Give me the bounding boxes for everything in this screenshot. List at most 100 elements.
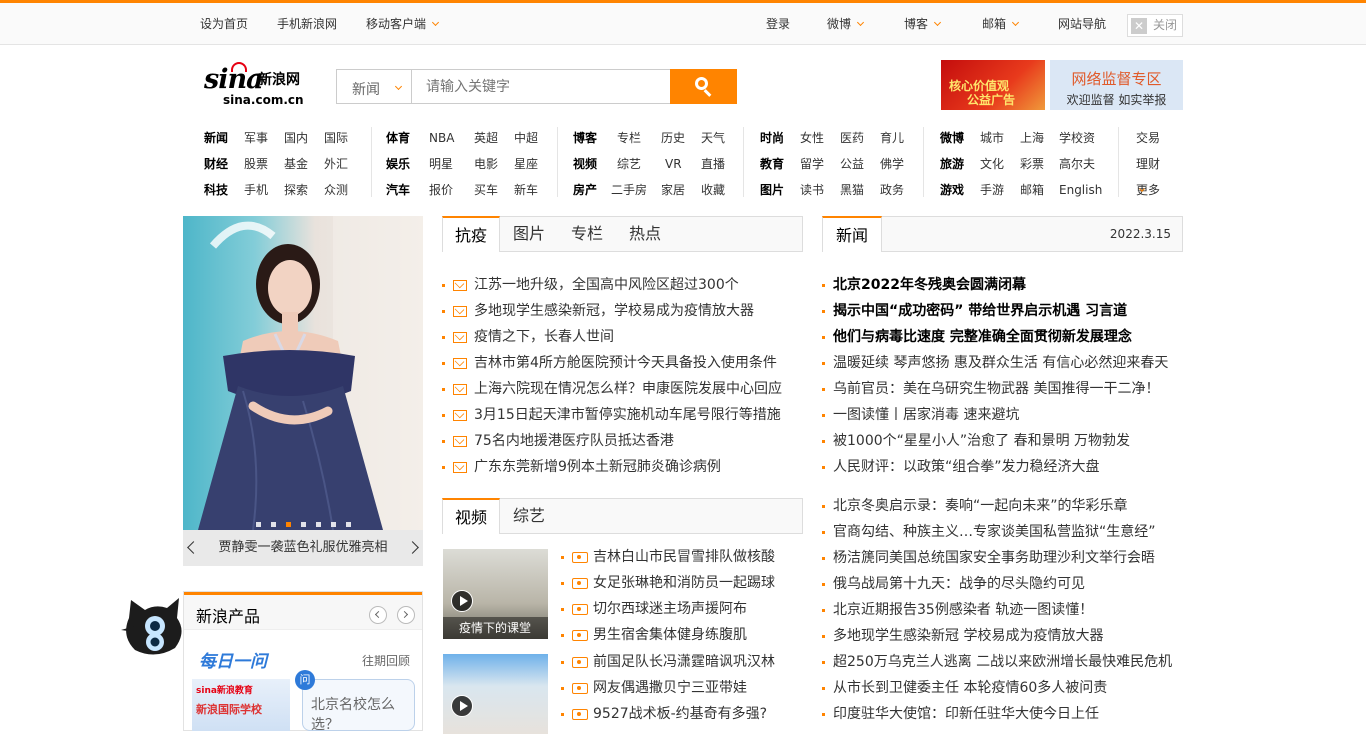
list-item[interactable]: 乌前官员：美在乌研究生物武器 美国推得一干二净！ <box>822 376 1168 402</box>
nav-item[interactable]: 直播 <box>701 151 725 177</box>
search-input[interactable] <box>411 69 671 104</box>
set-home-link[interactable]: 设为首页 <box>200 15 248 32</box>
headline-link[interactable]: 揭示中国“成功密码” 带给世界启示机遇 习言道 <box>833 303 1127 319</box>
nav-item[interactable]: 国内 <box>284 125 308 151</box>
tab-columns[interactable]: 专栏 <box>558 216 616 251</box>
supervision-ad-banner[interactable]: 网络监督专区 欢迎监督 如实举报 <box>1050 60 1183 110</box>
tab-hot[interactable]: 热点 <box>616 216 674 251</box>
prev-button[interactable] <box>369 606 387 624</box>
nav-item[interactable]: 教育 <box>760 151 784 177</box>
nav-item[interactable]: 医药 <box>840 125 864 151</box>
values-ad-banner[interactable]: 核心价值观 公益广告 <box>941 60 1045 110</box>
chevron-right-icon[interactable] <box>406 541 419 554</box>
nav-item[interactable]: 佛学 <box>880 151 904 177</box>
list-item[interactable]: 人民财评：以政策“组合拳”发力稳经济大盘 <box>822 454 1168 480</box>
nav-item[interactable]: 综艺 <box>617 151 641 177</box>
tab-video[interactable]: 视频 <box>442 498 500 534</box>
nav-item[interactable]: 公益 <box>840 151 864 177</box>
list-item[interactable]: 官商勾结、种族主义…专家谈美国私营监狱“生意经” <box>822 519 1172 545</box>
cat-mascot-icon[interactable] <box>121 596 187 660</box>
list-item[interactable]: 从市长到卫健委主任 本轮疫情60多人被问责 <box>822 675 1172 701</box>
nav-item[interactable]: 学校资 <box>1059 125 1095 151</box>
nav-item[interactable]: 女性 <box>800 125 824 151</box>
list-item[interactable]: 一图读懂丨居家消毒 速来避坑 <box>822 402 1168 428</box>
video-link[interactable]: 9527战术板-约基奇有多强? <box>593 706 767 722</box>
news-link[interactable]: 被1000个“星星小人”治愈了 春和景明 万物勃发 <box>833 433 1130 449</box>
nav-item[interactable]: 视频 <box>573 151 597 177</box>
nav-item[interactable]: 英超 <box>474 125 498 151</box>
list-item[interactable]: 杨洁篪同美国总统国家安全事务助理沙利文举行会晤 <box>822 545 1172 571</box>
nav-item[interactable]: 财经 <box>204 151 228 177</box>
slide-caption[interactable]: 贾静雯一袭蓝色礼服优雅亮相 <box>218 540 387 555</box>
news-link[interactable]: 吉林市第4所方舱医院预计今天具备投入使用条件 <box>474 355 777 371</box>
list-item[interactable]: 温暖延续 琴声悠扬 惠及群众生活 有信心必然迎来春天 <box>822 350 1168 376</box>
nav-item[interactable]: 城市 <box>980 125 1004 151</box>
mobile-client-menu[interactable]: 移动客户端 <box>366 15 440 32</box>
nav-item[interactable]: 外汇 <box>324 151 348 177</box>
slide-dot-active[interactable] <box>286 522 291 527</box>
past-review-link[interactable]: 往期回顾 <box>362 652 410 669</box>
nav-item[interactable]: 文化 <box>980 151 1004 177</box>
nav-item[interactable]: 旅游 <box>940 151 964 177</box>
site-nav-link[interactable]: 网站导航 <box>1058 15 1106 32</box>
nav-item[interactable]: 家居 <box>661 177 685 203</box>
weibo-menu[interactable]: 微博 <box>827 15 865 32</box>
video-thumbnail[interactable] <box>443 654 548 734</box>
nav-item[interactable]: 房产 <box>573 177 597 203</box>
nav-item[interactable]: 上海 <box>1020 125 1044 151</box>
news-link[interactable]: 江苏一地升级，全国高中风险区超过300个 <box>474 277 739 293</box>
tab-epidemic[interactable]: 抗疫 <box>442 216 500 252</box>
nav-item[interactable]: 博客 <box>573 125 597 151</box>
nav-item[interactable]: 交易 <box>1136 125 1160 151</box>
nav-item[interactable]: 二手房 <box>611 177 647 203</box>
nav-item[interactable]: 星座 <box>514 151 538 177</box>
nav-item[interactable]: 股票 <box>244 151 268 177</box>
headline-link[interactable]: 他们与病毒比速度 完整准确全面贯彻新发展理念 <box>833 329 1132 345</box>
nav-item[interactable]: 军事 <box>244 125 268 151</box>
video-thumbnail[interactable]: 疫情下的课堂 <box>443 549 548 639</box>
nav-item[interactable]: 电影 <box>474 151 498 177</box>
nav-item[interactable]: 中超 <box>514 125 538 151</box>
nav-item[interactable]: 探索 <box>284 177 308 203</box>
headline-link[interactable]: 北京2022年冬残奥会圆满闭幕 <box>833 277 1026 293</box>
sina-logo[interactable]: sina 新浪网 sina.com.cn <box>204 62 319 108</box>
list-item[interactable]: 广东东莞新增9例本土新冠肺炎确诊病例 <box>442 454 782 480</box>
news-link[interactable]: 多地现学生感染新冠，学校易成为疫情放大器 <box>474 303 754 319</box>
news-link[interactable]: 俄乌战局第十九天：战争的尽头隐约可见 <box>833 576 1085 592</box>
list-item[interactable]: 北京冬奥启示录：奏响“一起向未来”的华彩乐章 <box>822 493 1172 519</box>
photo-slideshow[interactable]: 贾静雯一袭蓝色礼服优雅亮相 <box>183 216 423 566</box>
list-item[interactable]: 前国足队长冯潇霆暗讽巩汉林 <box>561 649 775 675</box>
nav-item[interactable]: 报价 <box>429 177 453 203</box>
news-link[interactable]: 一图读懂丨居家消毒 速来避坑 <box>833 407 1019 423</box>
video-link[interactable]: 切尔西球迷主场声援阿布 <box>593 601 747 617</box>
nav-item[interactable]: 众测 <box>324 177 348 203</box>
chevron-left-icon[interactable] <box>187 541 200 554</box>
video-link[interactable]: 男生宿舍集体健身练腹肌 <box>593 627 747 643</box>
list-item[interactable]: 切尔西球迷主场声援阿布 <box>561 596 775 622</box>
video-link[interactable]: 网友偶遇撒贝宁三亚带娃 <box>593 680 747 696</box>
news-link[interactable]: 超250万乌克兰人逃离 二战以来欧洲增长最快难民危机 <box>833 654 1172 670</box>
search-button[interactable] <box>670 69 737 104</box>
nav-item[interactable]: 专栏 <box>617 125 641 151</box>
list-item[interactable]: 吉林白山市民冒雪排队做核酸 <box>561 544 775 570</box>
list-item[interactable]: 75名内地援港医疗队员抵达香港 <box>442 428 782 454</box>
news-link[interactable]: 印度驻华大使馆：印新任驻华大使今日上任 <box>833 706 1099 722</box>
nav-item[interactable]: 时尚 <box>760 125 784 151</box>
search-category-select[interactable]: 新闻 <box>336 69 412 104</box>
nav-item[interactable]: 天气 <box>701 125 725 151</box>
news-link[interactable]: 北京近期报告35例感染者 轨迹一图读懂！ <box>833 602 1093 618</box>
nav-item[interactable]: 体育 <box>386 125 410 151</box>
list-item[interactable]: 多地现学生感染新冠，学校易成为疫情放大器 <box>442 298 782 324</box>
nav-item[interactable]: 新车 <box>514 177 538 203</box>
list-item[interactable]: 疫情之下，长春人世间 <box>442 324 782 350</box>
news-link[interactable]: 温暖延续 琴声悠扬 惠及群众生活 有信心必然迎来春天 <box>833 355 1168 371</box>
list-item[interactable]: 网友偶遇撒贝宁三亚带娃 <box>561 675 775 701</box>
nav-item[interactable]: 买车 <box>474 177 498 203</box>
slide-dot[interactable] <box>271 522 276 527</box>
nav-item[interactable]: 微博 <box>940 125 964 151</box>
more-menu[interactable]: 更多 <box>1136 177 1160 203</box>
list-item[interactable]: 3月15日起天津市暂停实施机动车尾号限行等措施 <box>442 402 782 428</box>
list-item[interactable]: 印度驻华大使馆：印新任驻华大使今日上任 <box>822 701 1172 727</box>
next-button[interactable] <box>397 606 415 624</box>
news-link[interactable]: 人民财评：以政策“组合拳”发力稳经济大盘 <box>833 459 1100 475</box>
